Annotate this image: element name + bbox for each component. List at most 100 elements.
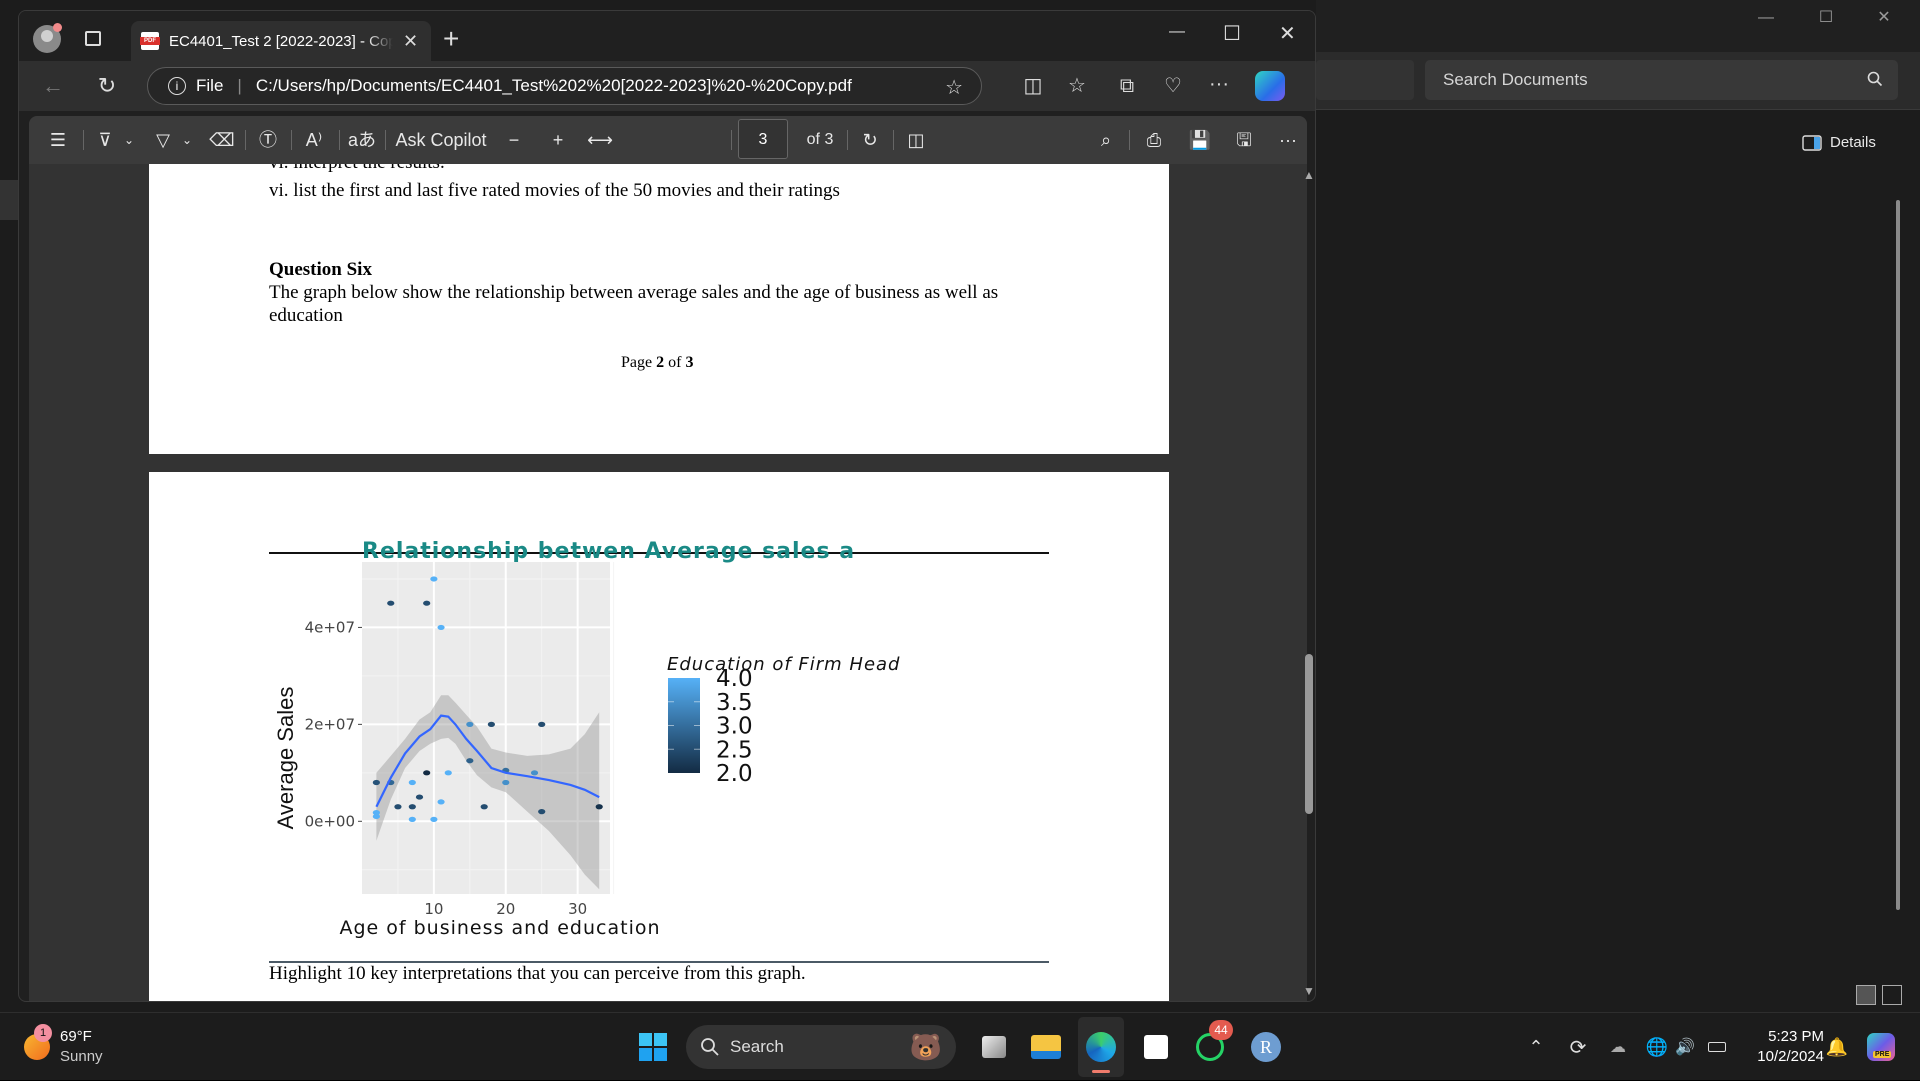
copilot-taskbar-button[interactable]: PRE	[1864, 1013, 1898, 1081]
more-menu-icon[interactable]: ···	[1201, 66, 1237, 102]
clock[interactable]: 5:23 PM 10/2/2024	[1740, 1013, 1824, 1081]
split-screen-icon[interactable]: ◫	[1015, 68, 1051, 104]
tab-active[interactable]: EC4401_Test 2 [2022-2023] - Copy ✕	[131, 21, 431, 61]
data-point	[487, 721, 495, 727]
large-icons-view-button[interactable]	[1882, 985, 1902, 1005]
show-hidden-icons-chevron-icon[interactable]: ⌃	[1524, 1013, 1548, 1081]
maximize-button[interactable]: ☐	[1223, 21, 1241, 46]
save-icon[interactable]: 💾	[1185, 116, 1215, 164]
question-six-text-line2: education	[269, 305, 343, 326]
edge-taskbar-button[interactable]	[1078, 1017, 1124, 1077]
weather-widget[interactable]: 1 69°F Sunny	[24, 1013, 164, 1081]
taskbar-search-box[interactable]: Search 🐻	[686, 1025, 956, 1069]
microsoft-store-button[interactable]	[1136, 1013, 1176, 1081]
scroll-down-arrow-icon[interactable]: ▼	[1303, 984, 1315, 998]
footer-total: 3	[685, 354, 694, 371]
new-tab-button[interactable]: +	[443, 23, 459, 55]
battery-icon[interactable]	[1704, 1013, 1730, 1081]
file-explorer-button[interactable]	[1026, 1013, 1066, 1081]
bg-close-button[interactable]: ✕	[1864, 6, 1904, 30]
draw-options-chevron-icon[interactable]: ⌄	[179, 116, 195, 164]
legend-label: 3.5	[716, 690, 753, 716]
rotate-icon[interactable]: ↻	[855, 116, 885, 164]
data-point	[423, 600, 431, 606]
close-window-button[interactable]: ✕	[1279, 21, 1296, 46]
zoom-out-button[interactable]: −	[501, 116, 527, 164]
translate-icon[interactable]: aあ	[347, 116, 377, 164]
windows-logo-icon	[639, 1033, 667, 1061]
clock-date: 10/2/2024	[1757, 1048, 1824, 1065]
weather-description: Sunny	[60, 1048, 103, 1065]
close-tab-icon[interactable]: ✕	[403, 31, 418, 52]
notification-bell-icon[interactable]: 🔔	[1826, 1013, 1848, 1081]
bg-minimize-button[interactable]: —	[1746, 6, 1786, 30]
info-icon[interactable]: i	[168, 77, 186, 95]
pdf-more-options-icon[interactable]: ···	[1273, 116, 1303, 164]
details-view-button[interactable]	[1856, 985, 1876, 1005]
data-point	[387, 600, 395, 606]
scrollbar-thumb[interactable]	[1305, 654, 1313, 814]
data-point	[408, 816, 416, 822]
data-point	[372, 813, 380, 820]
start-button[interactable]	[638, 1013, 668, 1081]
r-app-button[interactable]: R	[1246, 1013, 1286, 1081]
sync-icon[interactable]: ⟳	[1564, 1013, 1592, 1081]
address-bar-row: ← ↻ i File | C:/Users/hp/Documents/EC440…	[19, 61, 1315, 111]
details-button[interactable]: Details	[1802, 134, 1876, 151]
data-point	[408, 779, 416, 786]
data-point	[394, 804, 402, 810]
details-pane-icon	[1802, 134, 1822, 151]
volume-icon[interactable]: 🔊	[1672, 1013, 1698, 1081]
legend-label: 2.0	[716, 761, 753, 787]
tab-actions-icon[interactable]	[85, 31, 101, 46]
whatsapp-icon: 44	[1196, 1020, 1233, 1061]
favorites-icon[interactable]: ☆	[1059, 68, 1095, 104]
onedrive-offline-icon[interactable]: ☁	[1604, 1013, 1632, 1081]
find-icon[interactable]: ⌕	[1091, 116, 1121, 164]
copilot-icon[interactable]	[1255, 71, 1285, 101]
browser-essentials-icon[interactable]: ♡	[1155, 68, 1191, 104]
ask-copilot-button[interactable]: Ask Copilot	[393, 116, 489, 164]
after-chart-instruction: Highlight 10 key interpretations that yo…	[269, 963, 806, 984]
collections-icon[interactable]: ⧉	[1109, 68, 1145, 104]
question-six-text-line1: The graph below show the relationship be…	[269, 282, 999, 303]
scroll-up-arrow-icon[interactable]: ▲	[1303, 168, 1315, 182]
task-view-button[interactable]	[974, 1013, 1014, 1081]
pdf-vertical-scrollbar[interactable]: ▲ ▼	[1301, 164, 1315, 1001]
search-icon[interactable]	[1866, 70, 1884, 88]
read-aloud-icon[interactable]: A⁾	[299, 116, 329, 164]
print-icon[interactable]: ⎙	[1139, 116, 1169, 164]
background-app-scrollbar[interactable]	[1896, 200, 1900, 910]
highlight-options-chevron-icon[interactable]: ⌄	[121, 116, 137, 164]
back-button[interactable]: ←	[35, 68, 71, 104]
profile-avatar[interactable]	[33, 23, 62, 53]
data-point	[415, 794, 424, 800]
sun-icon: 1	[24, 1024, 52, 1060]
search-documents-input[interactable]: Search Documents	[1425, 60, 1898, 100]
address-bar[interactable]: i File | C:/Users/hp/Documents/EC4401_Te…	[147, 67, 982, 105]
highlight-icon[interactable]: ⊽	[91, 116, 119, 164]
whatsapp-button[interactable]: 44	[1190, 1013, 1233, 1081]
data-point	[538, 809, 546, 815]
task-view-icon	[982, 1036, 1006, 1058]
add-text-icon[interactable]: Ⓣ	[253, 116, 283, 164]
network-icon[interactable]: 🌐	[1644, 1013, 1670, 1081]
refresh-button[interactable]: ↻	[89, 68, 125, 104]
fit-to-width-icon[interactable]: ⟷	[585, 116, 615, 164]
eraser-icon[interactable]: ⌫	[207, 116, 237, 164]
minimize-button[interactable]: —	[1169, 23, 1185, 41]
data-point	[595, 804, 603, 810]
background-app-field[interactable]	[1316, 60, 1414, 100]
draw-icon[interactable]: ▽	[149, 116, 177, 164]
data-point	[444, 770, 452, 776]
bg-maximize-button[interactable]: ☐	[1806, 6, 1846, 30]
zoom-in-button[interactable]: +	[545, 116, 571, 164]
data-point	[466, 721, 474, 727]
data-point	[466, 758, 474, 764]
page-view-icon[interactable]: ◫	[901, 116, 931, 164]
page-number-input[interactable]: 3	[738, 119, 788, 159]
favorite-star-icon[interactable]: ☆	[945, 75, 963, 100]
table-of-contents-icon[interactable]: ☰	[43, 116, 73, 164]
data-point	[437, 624, 445, 631]
save-as-icon[interactable]: 🖫	[1229, 116, 1259, 164]
